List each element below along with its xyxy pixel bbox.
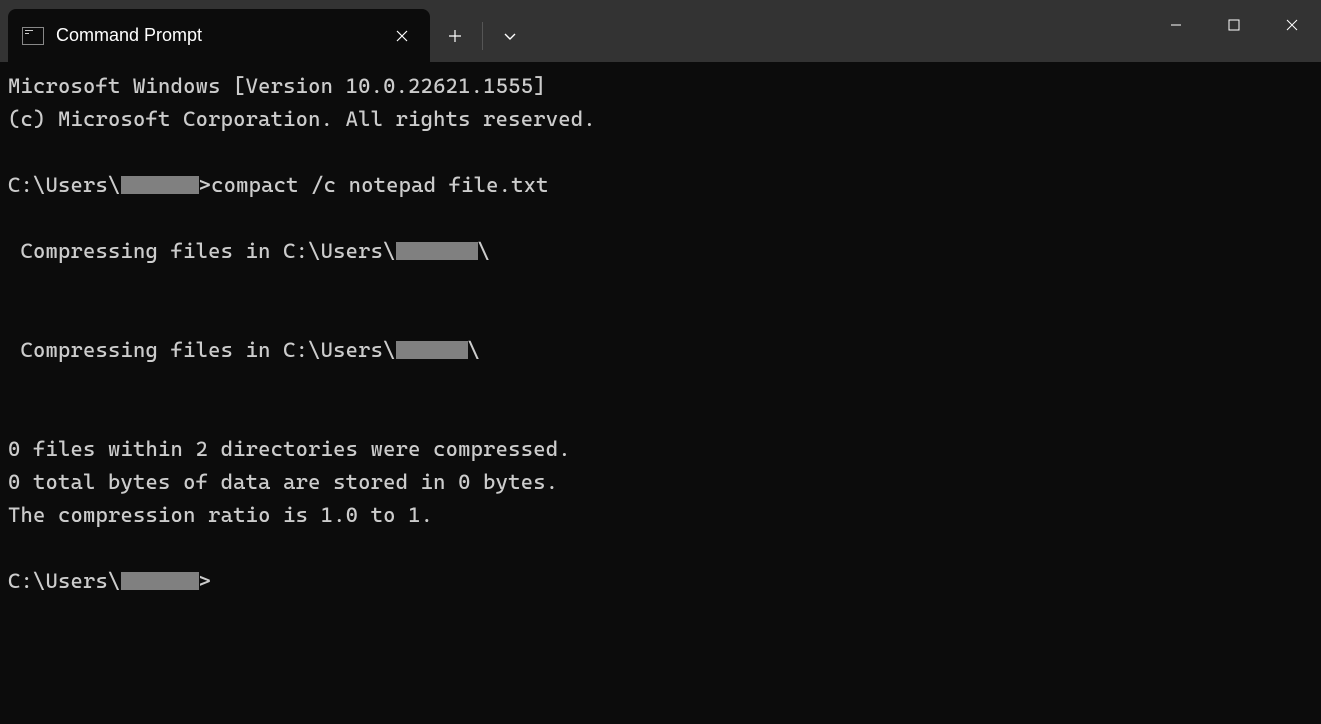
banner-line: (c) Microsoft Corporation. All rights re… (8, 107, 596, 131)
maximize-icon (1227, 18, 1241, 32)
tab-close-button[interactable] (388, 22, 416, 50)
prompt-prefix: C:\Users\ (8, 569, 121, 593)
banner-line: Microsoft Windows [Version 10.0.22621.15… (8, 74, 546, 98)
output-line: The compression ratio is 1.0 to 1. (8, 503, 433, 527)
new-tab-button[interactable] (430, 9, 480, 62)
prompt-suffix: > (199, 569, 212, 593)
output-line: 0 files within 2 directories were compre… (8, 437, 571, 461)
output-line-suffix: \ (478, 239, 491, 263)
command-text: compact /c notepad file.txt (211, 173, 549, 197)
tab-actions (430, 9, 535, 62)
tab-title: Command Prompt (56, 25, 376, 46)
close-window-button[interactable] (1263, 0, 1321, 50)
minimize-button[interactable] (1147, 0, 1205, 50)
tabs-area: Command Prompt (0, 0, 535, 62)
output-line-suffix: \ (468, 338, 481, 362)
output-line: Compressing files in C:\Users\ (8, 338, 396, 362)
redacted-username (396, 242, 478, 260)
prompt-prefix: C:\Users\ (8, 173, 121, 197)
terminal-icon (22, 27, 44, 45)
minimize-icon (1169, 18, 1183, 32)
titlebar: Command Prompt (0, 0, 1321, 62)
chevron-down-icon (503, 29, 517, 43)
output-line: Compressing files in C:\Users\ (8, 239, 396, 263)
maximize-button[interactable] (1205, 0, 1263, 50)
tab-command-prompt[interactable]: Command Prompt (8, 9, 430, 62)
redacted-username (396, 341, 468, 359)
redacted-username (121, 176, 199, 194)
output-line: 0 total bytes of data are stored in 0 by… (8, 470, 558, 494)
terminal-output[interactable]: Microsoft Windows [Version 10.0.22621.15… (0, 62, 1321, 606)
tab-dropdown-button[interactable] (485, 9, 535, 62)
divider (482, 22, 483, 50)
close-icon (1285, 18, 1299, 32)
plus-icon (448, 29, 462, 43)
close-icon (396, 30, 408, 42)
prompt-suffix: > (199, 173, 212, 197)
window-controls (1147, 0, 1321, 50)
redacted-username (121, 572, 199, 590)
